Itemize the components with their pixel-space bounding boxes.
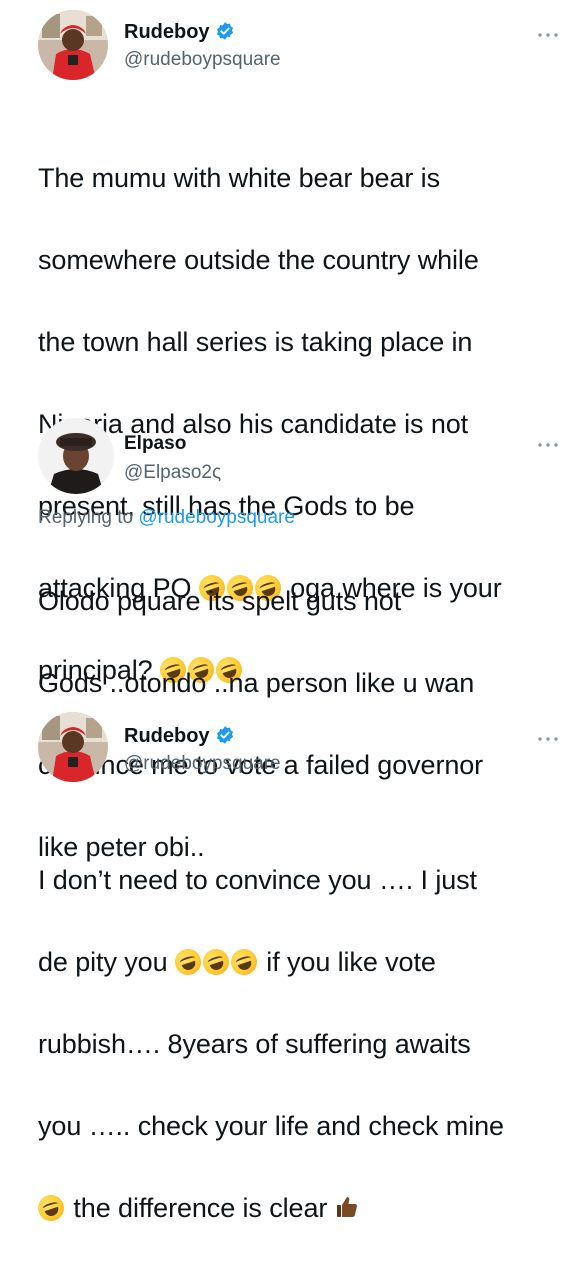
laughing-emoji-icon	[34, 1191, 68, 1225]
tweet-text-line: you ….. check your life and check mine	[38, 1111, 504, 1141]
tweet-text-line: The mumu with white bear bear is	[38, 163, 440, 193]
display-name[interactable]: Elpaso	[124, 432, 186, 456]
tweet-rudeboy-1: Rudeboy @rudeboypsquare The mumu with wh…	[0, 0, 565, 687]
tweet-header: Rudeboy @rudeboypsquare	[0, 706, 565, 786]
tweet-text-segment: de pity you	[38, 947, 168, 977]
tweet-text-segment: if you like vote	[266, 947, 436, 977]
handle[interactable]: @Elpaso2ς	[124, 461, 221, 485]
handle[interactable]: @rudeboypsquare	[124, 48, 281, 72]
more-options-icon[interactable]	[537, 30, 559, 40]
display-name[interactable]: Rudeboy	[124, 724, 235, 748]
handle[interactable]: @rudeboypsquare	[124, 752, 281, 776]
laughing-emoji-icon	[227, 945, 261, 979]
tweet-text-line: somewhere outside the country while	[38, 245, 479, 275]
avatar[interactable]	[38, 712, 108, 782]
avatar-image	[38, 712, 108, 782]
verified-icon	[216, 22, 233, 40]
laughing-emoji-icon	[171, 945, 205, 979]
tweet-text-segment: the difference is clear	[73, 1193, 328, 1223]
tweet-text: I don’t need to convince you …. I just d…	[34, 819, 565, 1270]
tweet-rudeboy-2: Rudeboy @rudeboypsquare I don’t need to …	[0, 706, 565, 1225]
tweet-text-line: the town hall series is taking place in	[38, 327, 473, 357]
tweet-text-line: I don’t need to convince you …. I just	[38, 865, 477, 895]
thumbs-up-icon	[336, 1197, 357, 1217]
laughing-emoji-icon	[199, 945, 233, 979]
display-name[interactable]: Rudeboy	[124, 20, 235, 44]
verified-icon	[216, 726, 233, 744]
avatar-image	[38, 10, 108, 80]
tweet-text-line: Olodo pquare its spelt guts not	[38, 586, 402, 616]
tweet-header: Rudeboy @rudeboypsquare	[0, 0, 565, 80]
more-options-icon[interactable]	[537, 440, 559, 450]
reply-mention-link[interactable]: @rudeboypsquare	[138, 507, 295, 528]
tweet-text-line: de pity you if you like vote	[38, 942, 565, 983]
reply-context: Replying to @rudeboypsquare	[38, 507, 295, 528]
tweet-text-line: the difference is clear	[34, 1188, 565, 1229]
more-options-icon[interactable]	[537, 734, 559, 744]
avatar-image	[38, 418, 114, 494]
tweet-header: Elpaso @Elpaso2ς	[0, 410, 565, 494]
tweet-text-line: Gods ..otondo ..na person like u wan	[38, 668, 475, 698]
tweet-elpaso-reply: Elpaso @Elpaso2ς Replying to @rudeboypsq…	[0, 410, 565, 862]
avatar[interactable]	[38, 10, 108, 80]
avatar[interactable]	[38, 418, 114, 494]
tweet-text-line: rubbish…. 8years of suffering awaits	[38, 1029, 471, 1059]
